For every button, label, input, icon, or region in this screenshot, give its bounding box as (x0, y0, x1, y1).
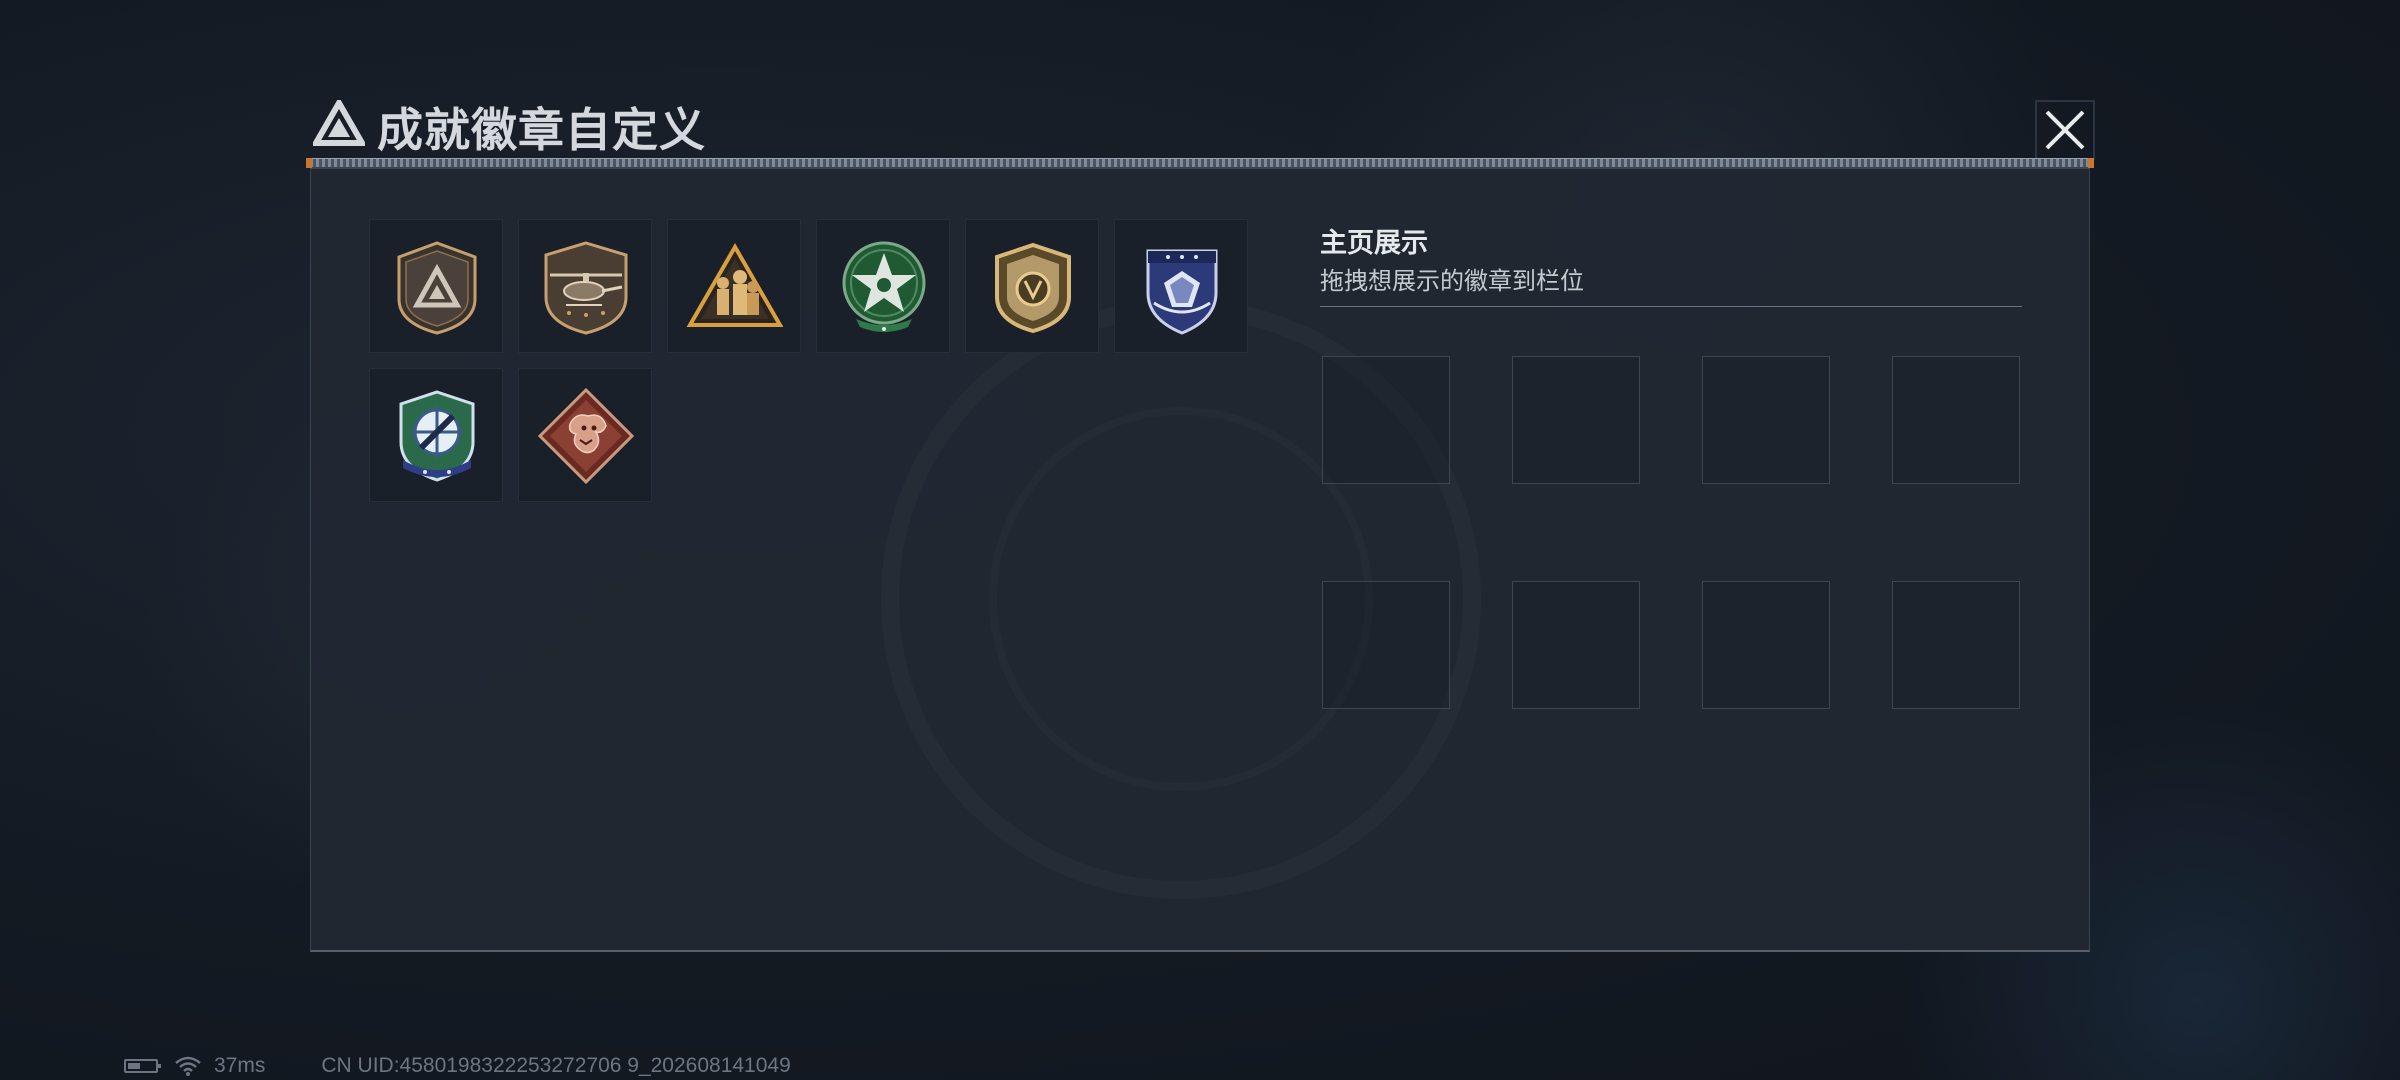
display-slot[interactable] (1702, 581, 1830, 709)
battery-icon (124, 1059, 161, 1073)
triangle-emblem-badge-icon (397, 241, 477, 335)
uid-text: CN UID:4580198322253272706 9_20260814104… (321, 1054, 791, 1077)
blue-diamond-badge-icon (1146, 249, 1218, 335)
badge-slot[interactable] (816, 219, 950, 353)
display-slot[interactable] (1892, 581, 2020, 709)
crosshair-shield-badge-icon (399, 390, 475, 482)
wifi-icon (175, 1056, 201, 1076)
dragon-badge-icon (537, 387, 635, 485)
close-button[interactable] (2035, 100, 2095, 160)
helicopter-badge-icon (544, 241, 628, 335)
badge-slot[interactable] (1114, 219, 1248, 353)
badge-panel: 主页展示 拖拽想展示的徽章到栏位 (310, 168, 2090, 952)
badge-slot[interactable] (965, 219, 1099, 353)
title-bar: 成就徽章自定义 (305, 90, 2095, 162)
close-icon (2045, 110, 2085, 150)
display-slot-grid (1322, 356, 2020, 709)
soldiers-triangle-badge-icon (686, 242, 784, 327)
display-slot[interactable] (1702, 356, 1830, 484)
badge-slot[interactable] (667, 219, 801, 353)
page-title: 成就徽章自定义 (377, 103, 706, 157)
badge-inventory (369, 219, 1248, 502)
display-slot[interactable] (1892, 356, 2020, 484)
display-section-title: 主页展示 (1320, 228, 1428, 259)
display-slot[interactable] (1322, 356, 1450, 484)
badge-slot[interactable] (518, 219, 652, 353)
green-star-badge-icon (842, 241, 926, 332)
badge-slot[interactable] (518, 368, 652, 502)
display-slot[interactable] (1322, 581, 1450, 709)
badge-slot[interactable] (369, 219, 503, 353)
display-section-hint: 拖拽想展示的徽章到栏位 (1320, 267, 1584, 295)
badge-slot[interactable] (369, 368, 503, 502)
gold-shield-badge-icon (995, 242, 1071, 334)
display-slot[interactable] (1512, 581, 1640, 709)
triangle-logo-icon (313, 100, 365, 146)
divider (1320, 306, 2022, 307)
title-divider (306, 158, 2094, 168)
display-slot[interactable] (1512, 356, 1640, 484)
status-bar: 37ms CN UID:4580198322253272706 9_202608… (124, 1054, 791, 1078)
ping-value: 37ms (214, 1054, 266, 1077)
